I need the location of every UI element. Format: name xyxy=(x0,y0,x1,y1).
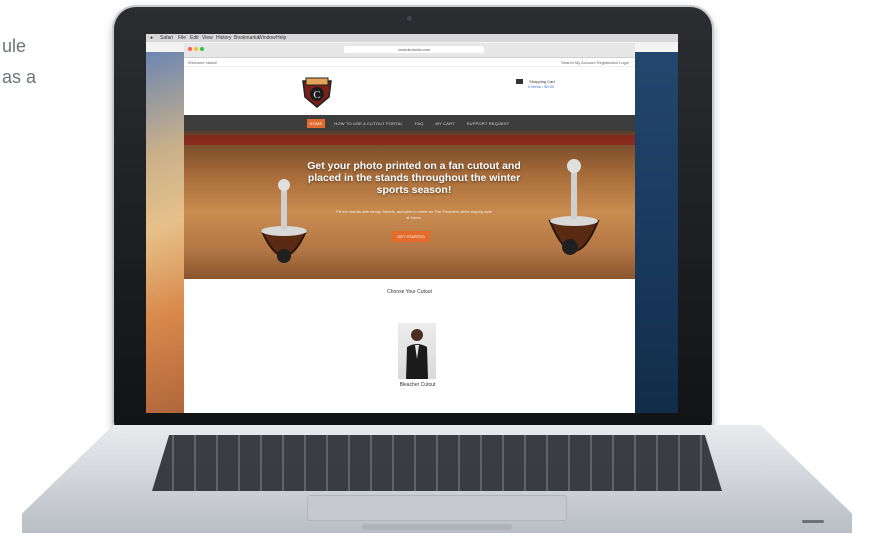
keyboard xyxy=(152,435,722,491)
trackpad xyxy=(307,495,567,521)
laptop-lid: ● Safari File Edit View History Bookmark… xyxy=(114,7,712,443)
desktop-wallpaper-left xyxy=(146,52,184,413)
nav-support[interactable]: SUPPORT REQUEST xyxy=(464,119,513,128)
hero-headline: Get your photo printed on a fan cutout a… xyxy=(307,160,521,196)
product-label[interactable]: Bleacher Cutout xyxy=(380,382,455,388)
lid-notch xyxy=(362,524,512,530)
minimize-window-icon[interactable] xyxy=(194,47,198,51)
menu-safari[interactable]: Safari xyxy=(160,35,173,41)
laptop-base xyxy=(22,425,852,535)
apple-menu-icon[interactable]: ● xyxy=(150,35,153,41)
account-links[interactable]: Search My Account Registration Login xyxy=(561,60,629,65)
nav-faq[interactable]: FAQ xyxy=(412,119,427,128)
side-text-line2: as a xyxy=(2,67,37,87)
welcome-text: Welcome visitor! xyxy=(188,60,218,65)
site-topbar: Welcome visitor! Search My Account Regis… xyxy=(184,58,635,67)
sleep-indicator-icon xyxy=(802,520,824,523)
main-nav: HOME HOW TO USE A CUTOUT PORTAL FAQ MY C… xyxy=(184,115,635,131)
cart-title: Shopping Cart xyxy=(529,79,555,84)
menu-history[interactable]: History xyxy=(216,35,232,41)
cart-subtitle: 0 items / $0.00 xyxy=(528,84,555,90)
menu-file[interactable]: File xyxy=(178,35,186,41)
choose-cutout-title: Choose Your Cutout xyxy=(387,289,432,295)
product-card-image[interactable] xyxy=(398,323,436,379)
nav-my-cart[interactable]: MY CART xyxy=(433,119,458,128)
mac-menubar: ● Safari File Edit View History Bookmark… xyxy=(146,34,678,42)
webcam-icon xyxy=(407,16,412,21)
get-started-button[interactable]: GET STARTED xyxy=(392,231,430,242)
person-cutout-icon xyxy=(406,329,428,379)
svg-text:C: C xyxy=(313,89,320,101)
close-window-icon[interactable] xyxy=(188,47,192,51)
menu-view[interactable]: View xyxy=(202,35,213,41)
menu-window[interactable]: Window xyxy=(258,35,276,41)
choose-section: Choose Your Cutout xyxy=(184,279,635,319)
browser-toolbar: crowdcutouts.com xyxy=(184,43,635,58)
maximize-window-icon[interactable] xyxy=(200,47,204,51)
bleacher-stripe xyxy=(184,135,635,145)
address-bar[interactable]: crowdcutouts.com xyxy=(344,46,484,53)
shopping-cart[interactable]: Shopping Cart 0 items / $0.00 xyxy=(516,79,555,89)
hero-banner: Get your photo printed on a fan cutout a… xyxy=(184,131,635,279)
team-logo-icon[interactable]: C xyxy=(301,75,333,109)
menu-edit[interactable]: Edit xyxy=(190,35,199,41)
site-header: C Shopping Cart 0 items / $0.00 xyxy=(184,67,635,115)
menu-help[interactable]: Help xyxy=(276,35,286,41)
side-text-line1: ule xyxy=(2,36,27,56)
browser-window: crowdcutouts.com Welcome visitor! Search… xyxy=(184,43,635,413)
trophy-right-icon xyxy=(548,159,600,255)
hero-subtext: Fill the stands with family, friends, an… xyxy=(336,209,492,220)
cart-icon xyxy=(516,79,523,85)
menu-bookmarks[interactable]: Bookmarks xyxy=(234,35,259,41)
nav-how-to[interactable]: HOW TO USE A CUTOUT PORTAL xyxy=(331,119,406,128)
laptop-screen: ● Safari File Edit View History Bookmark… xyxy=(146,34,678,413)
desktop-wallpaper-right xyxy=(635,52,678,413)
nav-home[interactable]: HOME xyxy=(306,118,326,128)
